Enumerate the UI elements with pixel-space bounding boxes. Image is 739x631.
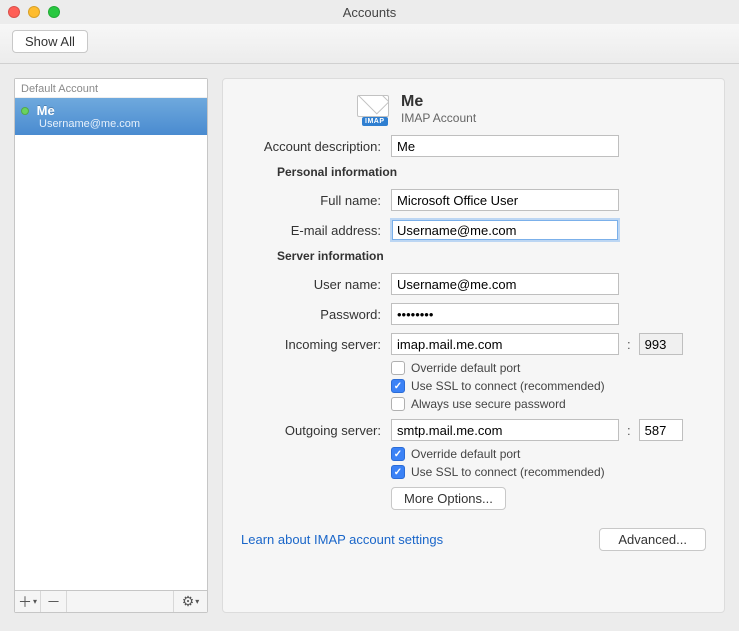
full-name-field[interactable] — [391, 189, 619, 211]
learn-imap-link[interactable]: Learn about IMAP account settings — [241, 532, 443, 547]
sidebar-account-row[interactable]: Me Username@me.com — [15, 98, 207, 135]
label-description: Account description: — [241, 139, 391, 154]
email-field[interactable] — [391, 219, 619, 241]
account-actions-button[interactable]: ⚙▾ — [173, 591, 207, 612]
imap-badge: IMAP — [362, 117, 388, 126]
sidebar-footer: ＋▾ － ⚙▾ — [15, 590, 207, 612]
incoming-ssl-checkbox[interactable] — [391, 379, 405, 393]
sidebar-section-header: Default Account — [15, 79, 207, 98]
advanced-button[interactable]: Advanced... — [599, 528, 706, 551]
port-separator: : — [619, 337, 639, 352]
window-title: Accounts — [0, 5, 739, 20]
outgoing-override-port-checkbox[interactable] — [391, 447, 405, 461]
account-detail-panel: IMAP Me IMAP Account Account description… — [222, 78, 725, 613]
label-password: Password: — [241, 307, 391, 322]
titlebar: Accounts — [0, 0, 739, 24]
label-fullname: Full name: — [241, 193, 391, 208]
outgoing-ssl-label: Use SSL to connect (recommended) — [411, 465, 605, 479]
sidebar-account-name: Me — [37, 103, 55, 118]
mail-icon: IMAP — [357, 95, 391, 123]
username-field[interactable] — [391, 273, 619, 295]
outgoing-port-field[interactable] — [639, 419, 683, 441]
outgoing-server-field[interactable] — [391, 419, 619, 441]
label-outgoing: Outgoing server: — [241, 423, 391, 438]
remove-account-button[interactable]: － — [41, 591, 67, 612]
outgoing-ssl-checkbox[interactable] — [391, 465, 405, 479]
account-heading-name: Me — [401, 93, 476, 111]
status-dot-icon — [21, 107, 29, 115]
section-personal: Personal information — [277, 165, 706, 179]
account-heading-type: IMAP Account — [401, 111, 476, 125]
section-server: Server information — [277, 249, 706, 263]
chevron-down-icon: ▾ — [33, 597, 37, 606]
label-incoming: Incoming server: — [241, 337, 391, 352]
sidebar-account-sub: Username@me.com — [21, 118, 201, 130]
label-username: User name: — [241, 277, 391, 292]
incoming-override-port-label: Override default port — [411, 361, 520, 375]
account-description-field[interactable] — [391, 135, 619, 157]
incoming-ssl-label: Use SSL to connect (recommended) — [411, 379, 605, 393]
incoming-secure-password-label: Always use secure password — [411, 397, 566, 411]
outgoing-override-port-label: Override default port — [411, 447, 520, 461]
more-options-button[interactable]: More Options... — [391, 487, 506, 510]
incoming-secure-password-checkbox[interactable] — [391, 397, 405, 411]
label-email: E-mail address: — [241, 223, 391, 238]
incoming-server-field[interactable] — [391, 333, 619, 355]
incoming-override-port-checkbox[interactable] — [391, 361, 405, 375]
incoming-port-field[interactable] — [639, 333, 683, 355]
add-account-button[interactable]: ＋▾ — [15, 591, 41, 612]
account-sidebar: Default Account Me Username@me.com ＋▾ － … — [14, 78, 208, 613]
toolbar: Show All — [0, 24, 739, 64]
show-all-button[interactable]: Show All — [12, 30, 88, 53]
gear-icon: ⚙ — [182, 593, 195, 610]
port-separator: : — [619, 423, 639, 438]
password-field[interactable] — [391, 303, 619, 325]
chevron-down-icon: ▾ — [195, 597, 199, 606]
